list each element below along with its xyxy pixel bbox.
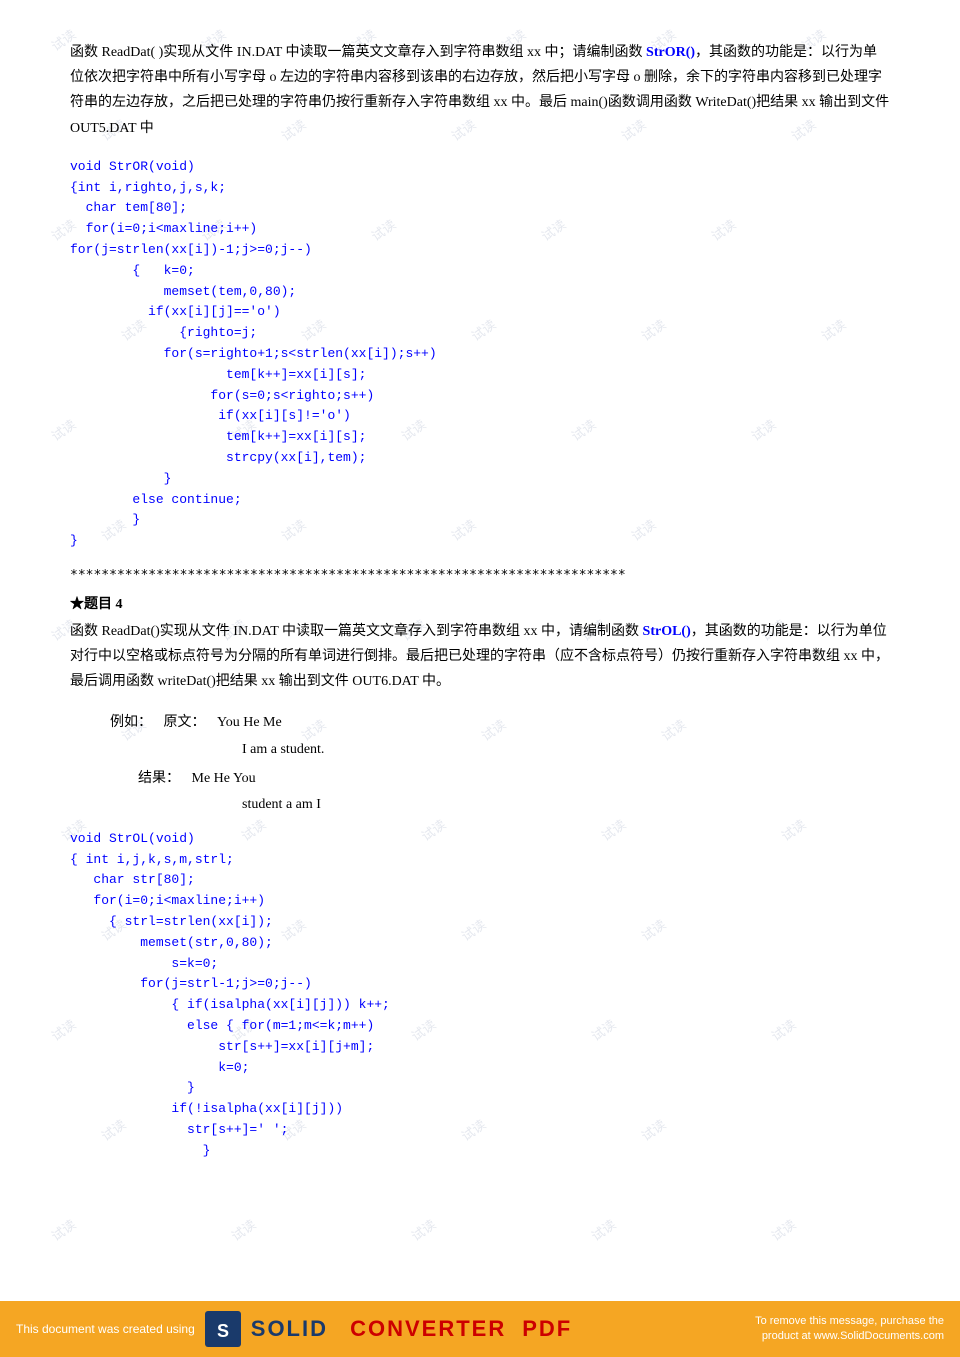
footer-solid-label: SOLID [251, 1316, 328, 1342]
watermark: 试读 [587, 1214, 619, 1244]
footer-right-text: To remove this message, purchase theprod… [755, 1314, 944, 1345]
example-block: 例如： 原文： You He Me I am a student. 结果： Me… [110, 710, 890, 818]
svg-text:S: S [217, 1321, 229, 1341]
watermark: 试读 [227, 1214, 259, 1244]
example-row-result-label: 结果： Me He You [110, 766, 890, 793]
footer-bar: This document was created using S SOLID … [0, 1301, 960, 1357]
watermark: 试读 [47, 1214, 79, 1244]
code-block-1: void StrOR(void) {int i,righto,j,s,k; ch… [70, 157, 890, 552]
footer-left-text: This document was created using [16, 1322, 195, 1336]
example-row-original-label: 例如： 原文： You He Me [110, 710, 890, 737]
section4-intro: 函数 ReadDat()实现从文件 IN.DAT 中读取一篇英文文章存入到字符串… [70, 619, 890, 695]
example-row-original-line2: I am a student. [110, 737, 890, 764]
solid-converter-icon: S [205, 1311, 241, 1347]
example-row-result-line2: student a am I [110, 792, 890, 819]
divider-stars: ****************************************… [70, 568, 890, 583]
main-content: 函数 ReadDat( )实现从文件 IN.DAT 中读取一篇英文文章存入到字符… [0, 0, 960, 1198]
section4-title: ★题目 4 [70, 593, 890, 613]
code-block-2: void StrOL(void) { int i,j,k,s,m,strl; c… [70, 829, 890, 1162]
footer-pdf-label: PDF [522, 1316, 572, 1342]
footer-converter-label: CONVERTER [350, 1316, 506, 1342]
watermark: 试读 [767, 1214, 799, 1244]
footer-logo-area: SOLID CONVERTER PDF [251, 1316, 572, 1342]
section3-intro: 函数 ReadDat( )实现从文件 IN.DAT 中读取一篇英文文章存入到字符… [70, 40, 890, 141]
watermark: 试读 [407, 1214, 439, 1244]
